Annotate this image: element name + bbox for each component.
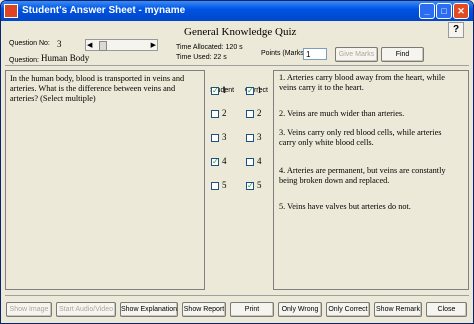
student-checkbox-2[interactable] bbox=[211, 110, 219, 118]
close-button[interactable]: Close bbox=[426, 302, 467, 317]
answer-options-panel: 1. Arteries carry blood away from the he… bbox=[273, 70, 469, 290]
show-image-button[interactable]: Show Image bbox=[6, 302, 52, 317]
correct-option-number: 2 bbox=[257, 108, 262, 118]
question-no-label: Question No: bbox=[9, 40, 50, 47]
question-scrollbar[interactable]: ◀ ▶ bbox=[85, 39, 158, 51]
correct-checkbox-4 bbox=[246, 158, 254, 166]
give-marks-button[interactable]: Give Marks bbox=[335, 47, 378, 62]
student-option-number: 3 bbox=[222, 132, 227, 142]
student-checkbox-5[interactable] bbox=[211, 182, 219, 190]
scroll-left-icon[interactable]: ◀ bbox=[87, 41, 92, 49]
show-report-button[interactable]: Show Report bbox=[182, 302, 226, 317]
student-option-number: 1 bbox=[222, 85, 227, 95]
student-checkbox-4[interactable]: ✓ bbox=[211, 158, 219, 166]
question-no-value: 3 bbox=[57, 39, 62, 49]
help-icon[interactable]: ? bbox=[448, 22, 464, 38]
maximize-icon[interactable]: □ bbox=[436, 3, 452, 19]
start-audio-video-button[interactable]: Start Audio/Video bbox=[56, 302, 116, 317]
student-option-number: 4 bbox=[222, 156, 227, 166]
question-label: Question: bbox=[9, 57, 39, 64]
answer-option-3: 3. Veins carry only red blood cells, whi… bbox=[279, 128, 442, 147]
correct-option-number: 4 bbox=[257, 156, 262, 166]
student-checkbox-1[interactable]: ✓ bbox=[211, 87, 219, 95]
print-button[interactable]: Print bbox=[230, 302, 274, 317]
quiz-title: General Knowledge Quiz bbox=[184, 26, 297, 38]
time-used: Time Used: 22 s bbox=[176, 54, 227, 61]
correct-checkbox-3 bbox=[246, 134, 254, 142]
student-option-number: 2 bbox=[222, 108, 227, 118]
show-explanation-button[interactable]: Show Explanation bbox=[120, 302, 178, 317]
only-correct-button[interactable]: Only Correct bbox=[326, 302, 370, 317]
correct-option-number: 1 bbox=[257, 85, 262, 95]
question-topic: Human Body bbox=[41, 53, 90, 63]
student-option-number: 5 bbox=[222, 180, 227, 190]
points-input[interactable] bbox=[303, 48, 327, 60]
app-icon bbox=[4, 4, 18, 18]
correct-checkbox-1: ✓ bbox=[246, 86, 254, 95]
scroll-thumb[interactable] bbox=[99, 41, 107, 51]
correct-checkbox-2 bbox=[246, 110, 254, 118]
show-remark-button[interactable]: Show Remark bbox=[374, 302, 422, 317]
answer-sheet-window: Student's Answer Sheet - myname _ □ ✕ Ge… bbox=[0, 0, 474, 324]
points-label: Points (Marks): bbox=[261, 50, 309, 57]
only-wrong-button[interactable]: Only Wrong bbox=[278, 302, 322, 317]
scroll-right-icon[interactable]: ▶ bbox=[151, 41, 156, 49]
footer-divider bbox=[5, 295, 469, 296]
answer-option-4: 4. Arteries are permanent, but veins are… bbox=[279, 166, 446, 185]
time-allocated: Time Allocated: 120 s bbox=[176, 44, 243, 51]
header-divider bbox=[5, 65, 469, 66]
close-icon[interactable]: ✕ bbox=[453, 3, 469, 19]
student-checkbox-3[interactable] bbox=[211, 134, 219, 142]
correct-option-number: 5 bbox=[257, 180, 262, 190]
correct-checkbox-5: ✓ bbox=[246, 181, 254, 190]
answer-option-2: 2. Veins are much wider than arteries. bbox=[279, 109, 405, 118]
title-bar[interactable]: Student's Answer Sheet - myname _ □ ✕ bbox=[1, 1, 473, 21]
answer-option-5: 5. Veins have valves but arteries do not… bbox=[279, 202, 411, 211]
correct-option-number: 3 bbox=[257, 132, 262, 142]
minimize-icon[interactable]: _ bbox=[419, 3, 435, 19]
window-title: Student's Answer Sheet - myname bbox=[22, 5, 186, 16]
answer-option-1: 1. Arteries carry blood away from the he… bbox=[279, 73, 445, 92]
find-button[interactable]: Find bbox=[381, 47, 424, 62]
question-text: In the human body, blood is transported … bbox=[5, 70, 205, 290]
